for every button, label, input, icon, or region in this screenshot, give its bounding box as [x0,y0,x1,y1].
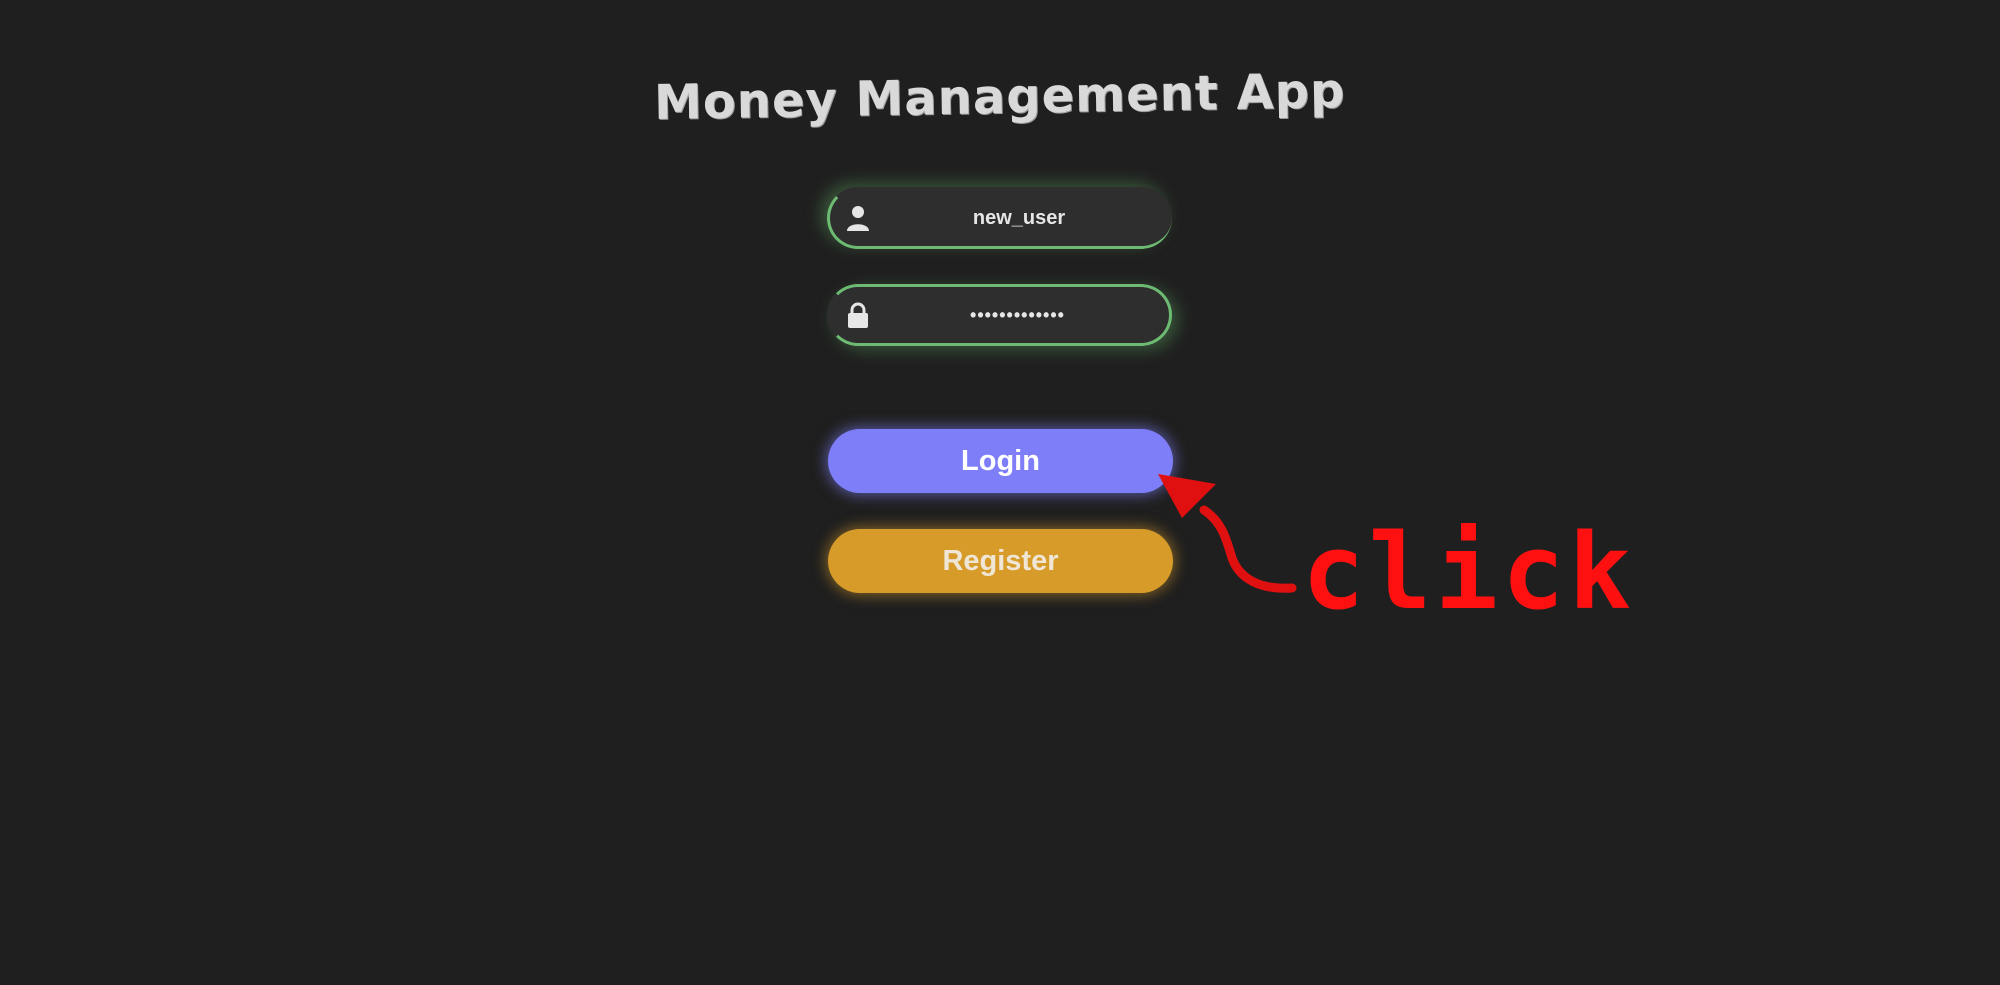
app-title-text: Money Management App [653,62,1347,132]
user-icon [844,204,872,232]
login-screen: Money Management App Login Register clic… [0,0,2000,985]
login-button[interactable]: Login [828,429,1173,493]
click-annotation: click [1302,511,1636,633]
app-title: Money Management App [654,62,1346,132]
username-field[interactable] [827,187,1172,249]
lock-icon [844,301,872,329]
register-button[interactable]: Register [828,529,1173,593]
password-field[interactable] [827,284,1172,346]
password-input[interactable] [880,287,1155,343]
username-input[interactable] [880,190,1158,246]
annotation-arrow-icon [1158,474,1297,593]
